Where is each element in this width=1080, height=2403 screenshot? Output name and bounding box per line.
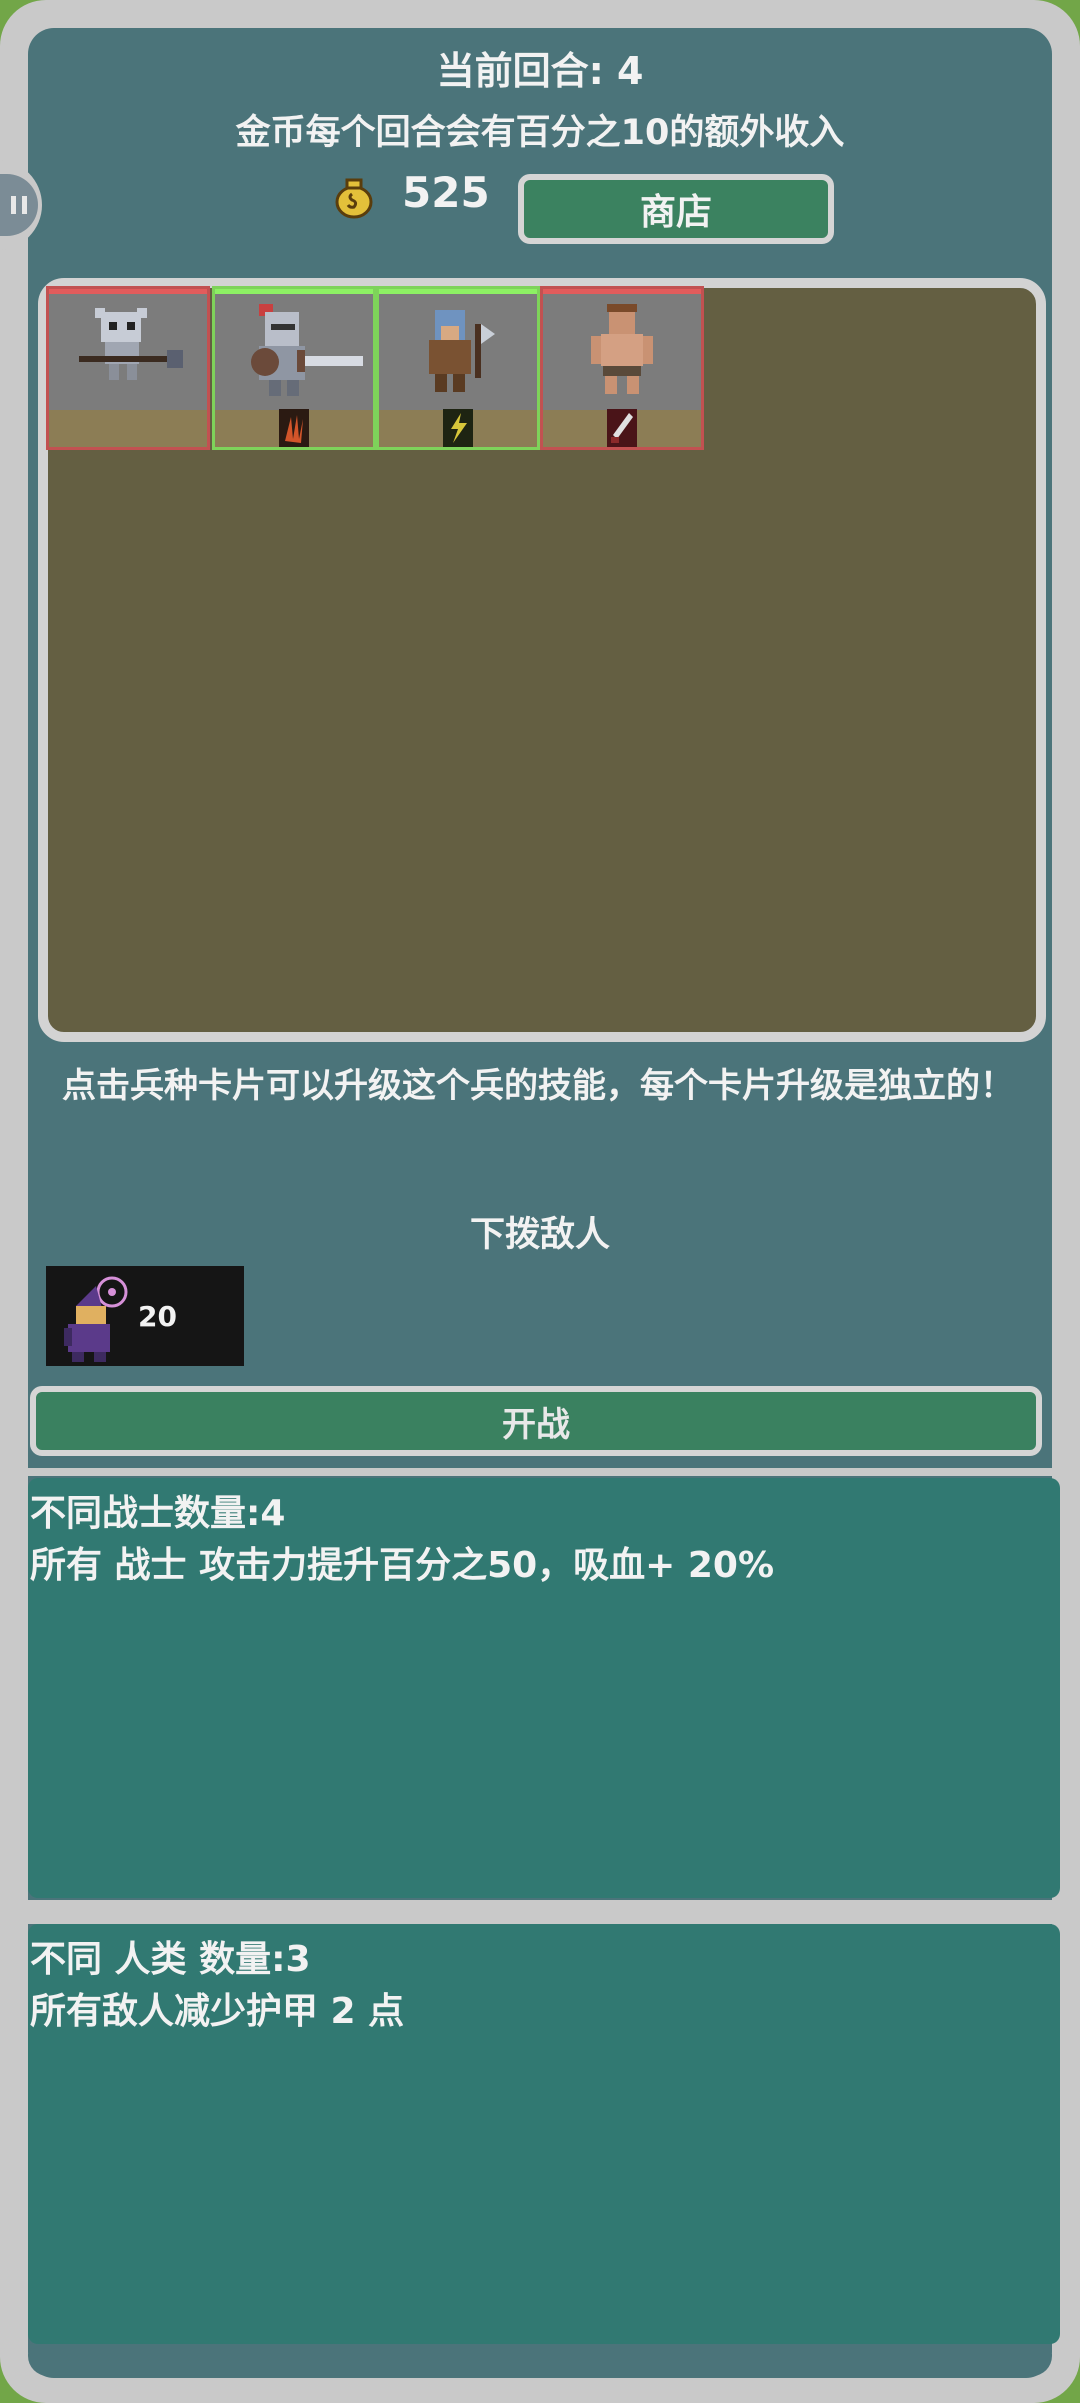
blade-icon — [607, 409, 637, 447]
bottom-strip — [28, 2354, 1052, 2376]
synergy-title: 不同 人类 数量:3 — [30, 1939, 311, 1980]
unit-card[interactable] — [540, 286, 704, 450]
gold-amount: 525 — [402, 168, 490, 217]
divider — [28, 1468, 1052, 1476]
enemy-card: 20 — [46, 1266, 244, 1366]
unit-card[interactable] — [376, 286, 540, 450]
synergy-description: 所有敌人减少护甲 2 点 — [30, 1991, 405, 2032]
helmeted-axe-warrior-icon — [429, 310, 495, 392]
purple-mage-icon — [64, 1276, 128, 1362]
synergy-panel-humans: 不同 人类 数量:3 所有敌人减少护甲 2 点 — [28, 1924, 1060, 2344]
start-battle-button[interactable]: 开战 — [30, 1386, 1042, 1456]
fire-claw-icon — [279, 409, 309, 447]
shop-button[interactable]: 商店 — [518, 174, 834, 244]
enemy-count: 20 — [138, 1300, 177, 1333]
pause-icon — [8, 196, 30, 214]
divider — [28, 1900, 1052, 1924]
unit-card[interactable] — [46, 286, 210, 450]
synergy-title: 不同战士数量:4 — [30, 1493, 286, 1534]
armored-knight-icon — [251, 304, 363, 396]
upgrade-hint: 点击兵种卡片可以升级这个兵的技能，每个卡片升级是独立的！ — [62, 1066, 1014, 1106]
unit-card[interactable] — [212, 286, 376, 450]
gold-bag-icon — [335, 178, 373, 219]
synergy-description: 所有 战士 攻击力提升百分之50，吸血+ 20% — [30, 1545, 775, 1586]
lightning-icon — [443, 409, 473, 447]
horned-skeleton-lancer-icon — [79, 308, 183, 380]
income-label: 金币每个回合会有百分之10的额外收入 — [235, 113, 845, 153]
enemy-section-title: 下拨敌人 — [469, 1215, 610, 1255]
synergy-panel-warriors: 不同战士数量:4 所有 战士 攻击力提升百分之50，吸血+ 20% — [28, 1478, 1060, 1898]
bare-chested-barbarian-icon — [591, 304, 653, 394]
round-label: 当前回合: 4 — [436, 49, 644, 93]
